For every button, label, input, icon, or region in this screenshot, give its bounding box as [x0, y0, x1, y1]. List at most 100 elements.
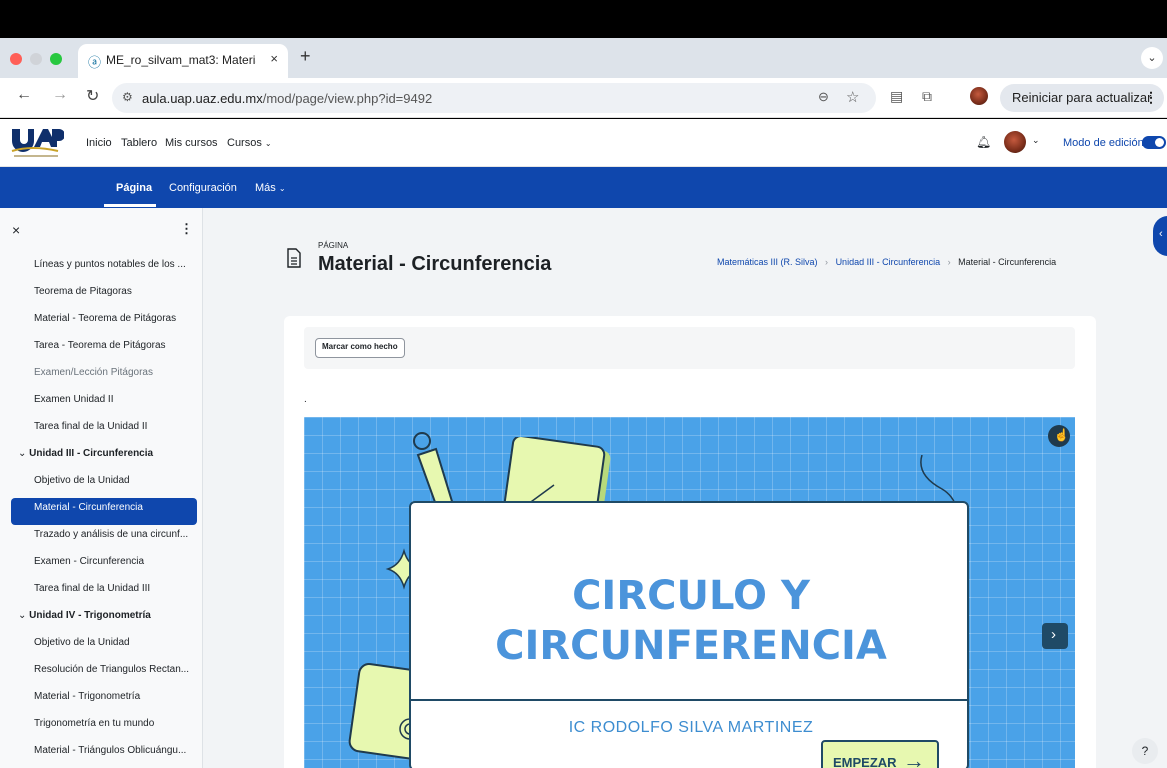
help-button[interactable]: ? — [1132, 738, 1158, 764]
browser-tab[interactable]: ⓐ ME_ro_silvam_mat3: Materia × — [78, 44, 288, 78]
breadcrumb: Matemáticas III (R. Silva) › Unidad III … — [717, 257, 1056, 267]
drawer-section-label: Unidad IV - Trigonometría — [29, 610, 151, 621]
tab-configuracion[interactable]: Configuración — [169, 182, 237, 194]
mark-as-done-button[interactable]: Marcar como hecho — [315, 338, 405, 358]
drawer-item[interactable]: Material - Triángulos Oblicuángu... — [34, 745, 186, 756]
browser-toolbar: ← → ↻ ⚙ aula.uap.uaz.edu.mx/mod/page/vie… — [0, 78, 1167, 118]
drawer-item[interactable]: Trigonometría en tu mundo — [34, 718, 154, 729]
uaz-logo[interactable] — [8, 125, 64, 161]
nav-inicio[interactable]: Inicio — [86, 137, 112, 149]
drawer-item-active[interactable]: Material - Circunferencia — [34, 502, 143, 513]
drawer-item[interactable]: Tarea final de la Unidad III — [34, 583, 150, 594]
content-dot: . — [304, 394, 307, 405]
breadcrumb-separator-icon: › — [825, 257, 829, 267]
breadcrumb-section[interactable]: Unidad III - Circunferencia — [836, 257, 941, 267]
extensions-icon[interactable]: ⧉ — [922, 88, 932, 105]
embedded-presentation[interactable]: CIRCULO Y CIRCUNFERENCIA IC RODOLFO SILV… — [304, 417, 1075, 768]
edit-mode-toggle[interactable] — [1142, 136, 1166, 149]
arrow-right-icon: → — [903, 748, 925, 768]
new-tab-button[interactable]: + — [300, 46, 311, 67]
nav-cursos[interactable]: Cursos ⌄ — [227, 137, 272, 149]
accessibility-button[interactable]: ☝ — [1048, 425, 1070, 447]
pointer-icon: ☝ — [1054, 428, 1069, 442]
drawer-item[interactable]: Material - Trigonometría — [34, 691, 140, 702]
close-drawer-button[interactable]: × — [12, 222, 20, 238]
moodle-favicon-icon: ⓐ — [88, 55, 102, 70]
more-menu-icon[interactable]: ⋮ — [1144, 89, 1158, 106]
drawer-item[interactable]: Material - Teorema de Pitágoras — [34, 313, 176, 324]
breadcrumb-course[interactable]: Matemáticas III (R. Silva) — [717, 257, 818, 267]
close-window-button[interactable] — [10, 53, 22, 65]
user-avatar[interactable] — [1004, 131, 1026, 153]
tab-title: ME_ro_silvam_mat3: Materia — [106, 53, 256, 67]
tab-pagina[interactable]: Página — [116, 182, 152, 194]
chevron-left-icon: ‹ — [1159, 228, 1163, 240]
site-info-icon[interactable]: ⚙ — [122, 90, 133, 104]
breadcrumb-current: Material - Circunferencia — [958, 257, 1057, 267]
profile-avatar-icon[interactable] — [970, 87, 988, 105]
nav-tablero[interactable]: Tablero — [121, 137, 157, 149]
chevron-down-icon: ⌄ — [278, 184, 286, 193]
panel-divider — [411, 699, 967, 701]
notifications-bell-icon[interactable]: 🔔︎ — [976, 135, 991, 149]
page-title: Material - Circunferencia — [318, 253, 552, 275]
start-button-label: EMPEZAR — [833, 755, 897, 768]
drawer-item[interactable]: Examen/Lección Pitágoras — [34, 367, 153, 378]
tab-search-button[interactable]: ⌄ — [1141, 47, 1163, 69]
drawer-item[interactable]: Resolución de Triangulos Rectan... — [34, 664, 189, 675]
url-path: /mod/page/view.php?id=9492 — [262, 91, 433, 106]
address-bar[interactable]: ⚙ aula.uap.uaz.edu.mx/mod/page/view.php?… — [112, 83, 876, 113]
drawer-section[interactable]: ⌄ Unidad III - Circunferencia — [18, 448, 153, 459]
drawer-item[interactable]: Teorema de Pitagoras — [34, 286, 132, 297]
update-button-label: Reiniciar para actualizar — [1012, 90, 1152, 105]
drawer-item[interactable]: Examen - Circunferencia — [34, 556, 144, 567]
forward-icon[interactable]: → — [52, 86, 68, 104]
page-kicker: PÁGINA — [318, 241, 349, 250]
update-button[interactable]: Reiniciar para actualizar ⋮ — [1000, 84, 1164, 112]
breadcrumb-separator-icon: › — [947, 257, 951, 267]
active-tab-indicator — [104, 204, 156, 207]
activity-completion-bar — [304, 327, 1075, 369]
open-block-drawer-button[interactable]: ‹ — [1153, 216, 1167, 256]
user-menu-chevron-icon[interactable]: ⌄ — [1032, 135, 1040, 146]
zoom-icon[interactable]: ⊖ — [818, 89, 829, 105]
tab-mas[interactable]: Más ⌄ — [255, 182, 286, 194]
edit-mode-label: Modo de edición — [1063, 137, 1144, 149]
reload-icon[interactable]: ↻ — [86, 86, 99, 106]
page-document-icon — [287, 248, 301, 268]
drawer-item[interactable]: Objetivo de la Unidad — [34, 637, 130, 648]
zoom-window-button[interactable] — [50, 53, 62, 65]
chevron-right-icon: › — [1051, 626, 1056, 643]
reading-mode-icon[interactable]: ▤ — [890, 88, 903, 105]
drawer-item[interactable]: Tarea final de la Unidad II — [34, 421, 147, 432]
drawer-item[interactable]: Trazado y análisis de una circunf... — [34, 529, 188, 540]
next-slide-button[interactable]: › — [1042, 623, 1068, 649]
drawer-item[interactable]: Examen Unidad II — [34, 394, 114, 405]
site-header: Inicio Tablero Mis cursos Cursos ⌄ 🔔︎ ⌄ … — [0, 119, 1167, 167]
nav-cursos-label: Cursos — [227, 137, 262, 149]
slide-title-line-2: CIRCUNFERENCIA — [495, 623, 887, 669]
drawer-item[interactable]: Líneas y puntos notables de los ... — [34, 259, 186, 270]
screen: ⓐ ME_ro_silvam_mat3: Materia × + ⌄ ← → ↻… — [0, 0, 1167, 768]
course-index-drawer: × ⋮ Líneas y puntos notables de los ... T… — [0, 208, 203, 768]
back-icon[interactable]: ← — [16, 86, 32, 104]
drawer-item[interactable]: Tarea - Teorema de Pitágoras — [34, 340, 166, 351]
drawer-section-label: Unidad III - Circunferencia — [29, 448, 154, 459]
url-host: aula.uap.uaz.edu.mx — [142, 91, 263, 106]
drawer-menu-icon[interactable]: ⋮ — [180, 221, 193, 237]
chevron-down-icon: ⌄ — [18, 610, 30, 621]
nav-mis-cursos[interactable]: Mis cursos — [165, 137, 218, 149]
slide-author: IC RODOLFO SILVA MARTINEZ — [568, 719, 814, 736]
drawer-section[interactable]: ⌄ Unidad IV - Trigonometría — [18, 610, 151, 621]
title-panel: CIRCULO Y CIRCUNFERENCIA IC RODOLFO SILV… — [409, 501, 969, 768]
bookmark-star-icon[interactable]: ☆ — [846, 88, 859, 106]
start-button[interactable]: EMPEZAR → — [821, 740, 939, 768]
drawer-item[interactable]: Objetivo de la Unidad — [34, 475, 130, 486]
chevron-down-icon: ⌄ — [18, 448, 30, 459]
secondary-navigation: Página Configuración Más ⌄ — [0, 167, 1167, 208]
url-text: aula.uap.uaz.edu.mx/mod/page/view.php?id… — [142, 91, 432, 106]
slide-title-line-1: CIRCULO Y — [572, 573, 810, 619]
tab-close-button[interactable]: × — [270, 51, 278, 66]
tab-mas-label: Más — [255, 182, 276, 194]
minimize-window-button[interactable] — [30, 53, 42, 65]
